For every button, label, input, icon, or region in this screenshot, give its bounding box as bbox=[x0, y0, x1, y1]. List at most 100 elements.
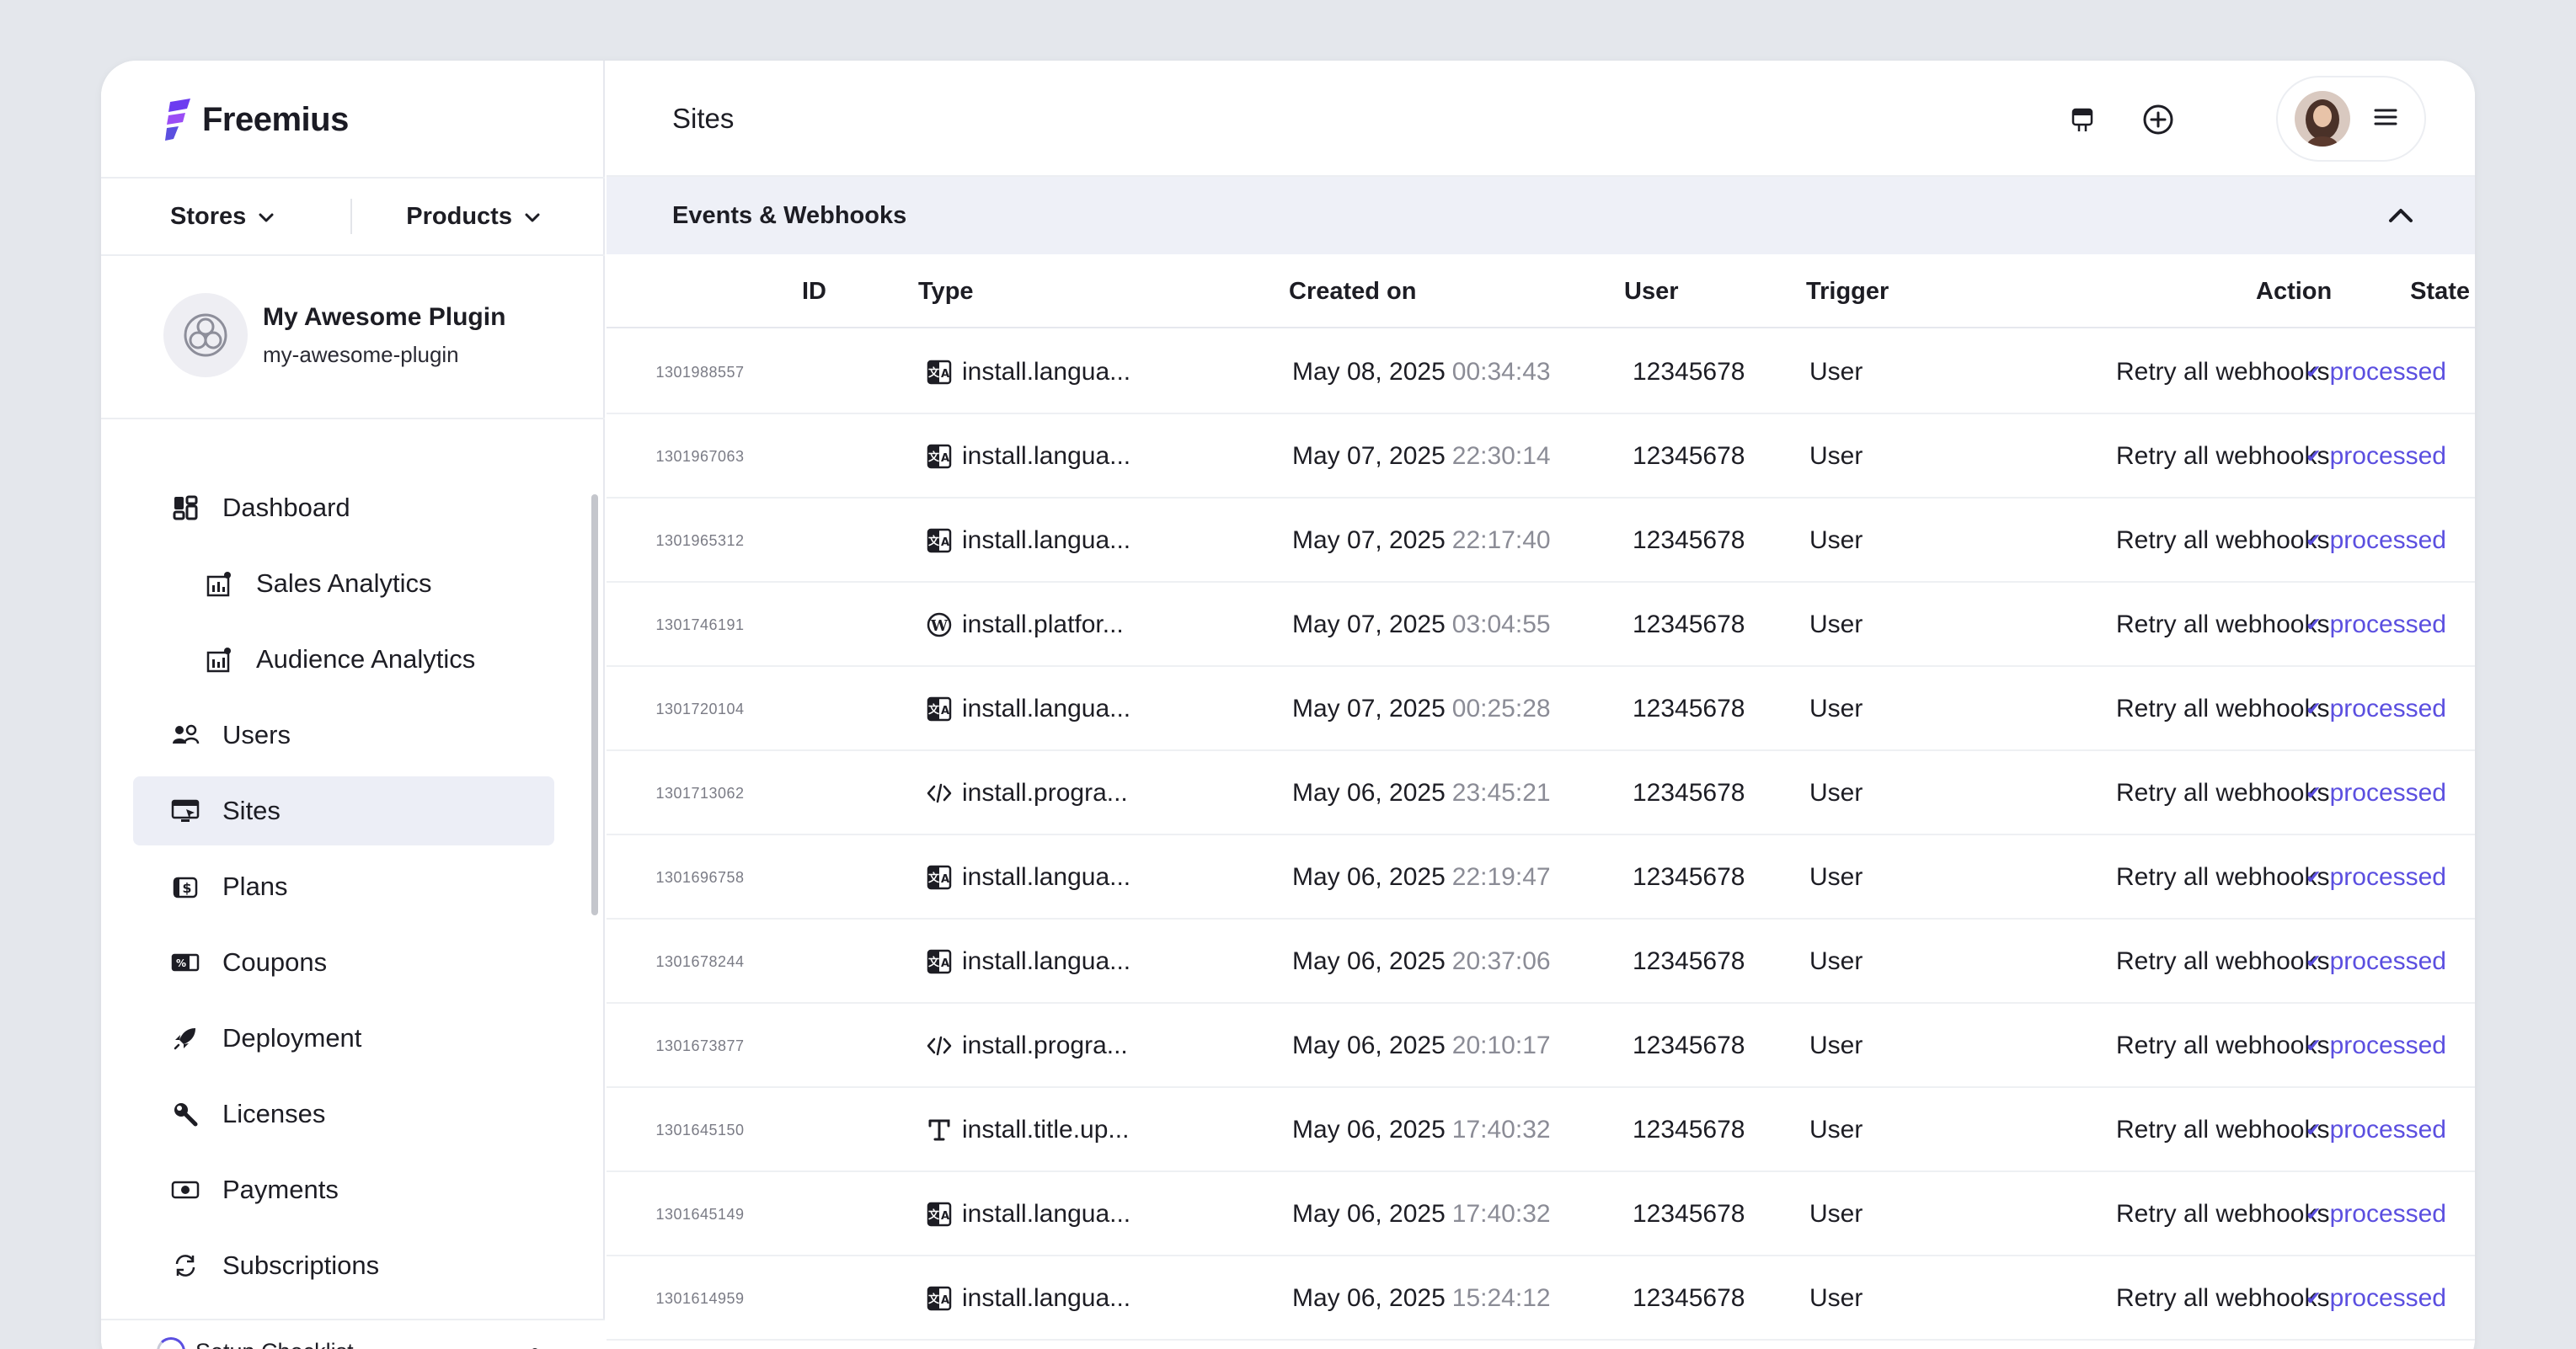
share-icon[interactable] bbox=[510, 1344, 544, 1349]
event-user[interactable]: 12345678 bbox=[1633, 667, 1745, 751]
product-card[interactable]: My Awesome Plugin my-awesome-plugin bbox=[163, 293, 505, 377]
table-row[interactable]: 1301746191 W install.platfor... May 07, … bbox=[607, 583, 2475, 667]
retry-webhooks-button[interactable]: Retry all webhooks bbox=[2116, 499, 2329, 583]
event-id: 1301988557 bbox=[655, 363, 745, 381]
event-user[interactable]: 12345678 bbox=[1633, 499, 1745, 583]
event-trigger: User bbox=[1809, 1116, 1863, 1144]
table-row[interactable]: 1301713062 install.progra... May 06, 202… bbox=[607, 751, 2475, 835]
sidebar-item-payments[interactable]: Payments bbox=[133, 1155, 554, 1224]
table-row[interactable]: 1301673877 install.progra... May 06, 202… bbox=[607, 1004, 2475, 1088]
retry-webhooks-button[interactable]: Retry all webhooks bbox=[2116, 667, 2329, 751]
table-row[interactable]: 1301614959 文A install.langua... May 06, … bbox=[607, 1256, 2475, 1341]
event-id: 1301645149 bbox=[655, 1205, 745, 1223]
created-time: 20:10:17 bbox=[1451, 1032, 1551, 1059]
retry-webhooks-button[interactable]: Retry all webhooks bbox=[2116, 751, 2329, 835]
event-type[interactable]: 文A install.langua... bbox=[925, 667, 1130, 751]
event-trigger: User bbox=[1809, 358, 1863, 386]
event-type[interactable]: 文A install.langua... bbox=[925, 1172, 1130, 1256]
event-type[interactable]: 文A install.langua... bbox=[925, 1256, 1130, 1341]
event-trigger: User bbox=[1809, 947, 1863, 975]
retry-webhooks-button[interactable]: Retry all webhooks bbox=[2116, 414, 2329, 499]
retry-webhooks-button[interactable]: Retry all webhooks bbox=[2116, 330, 2329, 414]
event-user[interactable]: 12345678 bbox=[1633, 920, 1745, 1004]
brand-logo[interactable]: Freemius bbox=[165, 94, 349, 145]
sidebar-item-audience-analytics[interactable]: Audience Analytics bbox=[133, 625, 554, 694]
table-header: ID Type Created on User Trigger Action S… bbox=[607, 254, 2475, 328]
help-icon[interactable] bbox=[425, 1344, 458, 1349]
column-header-state[interactable]: State bbox=[2410, 278, 2470, 306]
event-trigger: User bbox=[1809, 1032, 1863, 1059]
retry-webhooks-button[interactable]: Retry all webhooks bbox=[2116, 1004, 2329, 1088]
svg-text:文: 文 bbox=[928, 451, 940, 464]
retry-webhooks-button[interactable]: Retry all webhooks bbox=[2116, 1172, 2329, 1256]
event-type[interactable]: install.progra... bbox=[925, 1004, 1128, 1088]
column-header-user[interactable]: User bbox=[1624, 278, 1679, 306]
table-row[interactable]: 1301678244 文A install.langua... May 06, … bbox=[607, 920, 2475, 1004]
event-user[interactable]: 12345678 bbox=[1633, 751, 1745, 835]
event-type-label: install.title.up... bbox=[962, 1116, 1130, 1144]
event-user[interactable]: 12345678 bbox=[1633, 1172, 1745, 1256]
table-row[interactable]: 1301696758 文A install.langua... May 06, … bbox=[607, 835, 2475, 920]
event-type[interactable]: 文A install.langua... bbox=[925, 499, 1130, 583]
event-type[interactable]: W install.platfor... bbox=[925, 583, 1124, 667]
event-type[interactable]: 文A install.langua... bbox=[925, 835, 1130, 920]
event-user[interactable]: 12345678 bbox=[1633, 1004, 1745, 1088]
column-header-trigger[interactable]: Trigger bbox=[1806, 278, 1889, 306]
sidebar-item-subscriptions[interactable]: Subscriptions bbox=[133, 1231, 554, 1300]
event-user[interactable]: 12345678 bbox=[1633, 1256, 1745, 1341]
sidebar-scrollbar[interactable] bbox=[591, 494, 598, 915]
sidebar-item-plans[interactable]: $ Plans bbox=[133, 852, 554, 921]
sidebar-item-coupons[interactable]: % Coupons bbox=[133, 928, 554, 997]
event-user[interactable]: 12345678 bbox=[1633, 330, 1745, 414]
retry-webhooks-button[interactable]: Retry all webhooks bbox=[2116, 583, 2329, 667]
sidebar-item-sites[interactable]: Sites bbox=[133, 776, 554, 845]
event-user[interactable]: 12345678 bbox=[1633, 1088, 1745, 1172]
event-type[interactable]: 文A install.langua... bbox=[925, 330, 1130, 414]
chevron-up-icon[interactable] bbox=[2382, 199, 2419, 232]
retry-webhooks-button[interactable]: Retry all webhooks bbox=[2116, 920, 2329, 1004]
created-date: May 07, 2025 bbox=[1292, 695, 1446, 722]
setup-checklist-label: Setup Checklist bbox=[195, 1339, 354, 1349]
column-header-id[interactable]: ID bbox=[802, 278, 826, 306]
user-menu[interactable] bbox=[2276, 76, 2426, 162]
event-type-label: install.progra... bbox=[962, 1032, 1128, 1059]
event-type[interactable]: 文A install.langua... bbox=[925, 920, 1130, 1004]
events-section-header[interactable]: Events & Webhooks bbox=[607, 177, 2475, 254]
table-row[interactable]: 1301965312 文A install.langua... May 07, … bbox=[607, 499, 2475, 583]
page-title: Sites bbox=[672, 103, 735, 134]
event-id: 1301746191 bbox=[655, 616, 745, 633]
column-header-type[interactable]: Type bbox=[918, 278, 974, 306]
svg-text:文: 文 bbox=[928, 703, 940, 717]
event-type-label: install.langua... bbox=[962, 1200, 1131, 1228]
svg-text:文: 文 bbox=[928, 366, 940, 380]
sidebar-item-licenses[interactable]: Licenses bbox=[133, 1080, 554, 1149]
sidebar-item-deployment[interactable]: Deployment bbox=[133, 1004, 554, 1073]
created-on: May 06, 2025 20:10:17 bbox=[1292, 1004, 1551, 1088]
event-user[interactable]: 12345678 bbox=[1633, 414, 1745, 499]
table-row[interactable]: 1301988557 文A install.langua... May 08, … bbox=[607, 330, 2475, 414]
event-type[interactable]: install.progra... bbox=[925, 751, 1128, 835]
event-user[interactable]: 12345678 bbox=[1633, 835, 1745, 920]
event-type-label: install.langua... bbox=[962, 695, 1131, 722]
retry-webhooks-button[interactable]: Retry all webhooks bbox=[2116, 1088, 2329, 1172]
sidebar-item-users[interactable]: Users bbox=[133, 701, 554, 770]
table-row[interactable]: 1301967063 文A install.langua... May 07, … bbox=[607, 414, 2475, 499]
table-row[interactable]: 1301645149 文A install.langua... May 06, … bbox=[607, 1172, 2475, 1256]
stores-dropdown[interactable]: Stores bbox=[170, 203, 275, 231]
retry-webhooks-button[interactable]: Retry all webhooks bbox=[2116, 1256, 2329, 1341]
table-row[interactable]: 1301720104 文A install.langua... May 07, … bbox=[607, 667, 2475, 751]
event-user[interactable]: 12345678 bbox=[1633, 583, 1745, 667]
sidebar-item-label: Audience Analytics bbox=[256, 644, 476, 674]
event-type[interactable]: 文A install.langua... bbox=[925, 414, 1130, 499]
sidebar-item-dashboard[interactable]: Dashboard bbox=[133, 473, 554, 542]
setup-checklist-button[interactable]: Setup Checklist bbox=[157, 1337, 354, 1349]
add-circle-icon[interactable] bbox=[2140, 101, 2177, 138]
products-dropdown[interactable]: Products bbox=[406, 203, 541, 231]
event-type[interactable]: install.title.up... bbox=[925, 1088, 1129, 1172]
retry-webhooks-button[interactable]: Retry all webhooks bbox=[2116, 835, 2329, 920]
sidebar-item-sales-analytics[interactable]: Sales Analytics bbox=[133, 549, 554, 618]
table-row[interactable]: 1301645150 install.title.up... May 06, 2… bbox=[607, 1088, 2475, 1172]
sandbox-icon[interactable] bbox=[2064, 101, 2101, 138]
column-header-action[interactable]: Action bbox=[2256, 278, 2332, 306]
column-header-created-on[interactable]: Created on bbox=[1289, 278, 1416, 306]
